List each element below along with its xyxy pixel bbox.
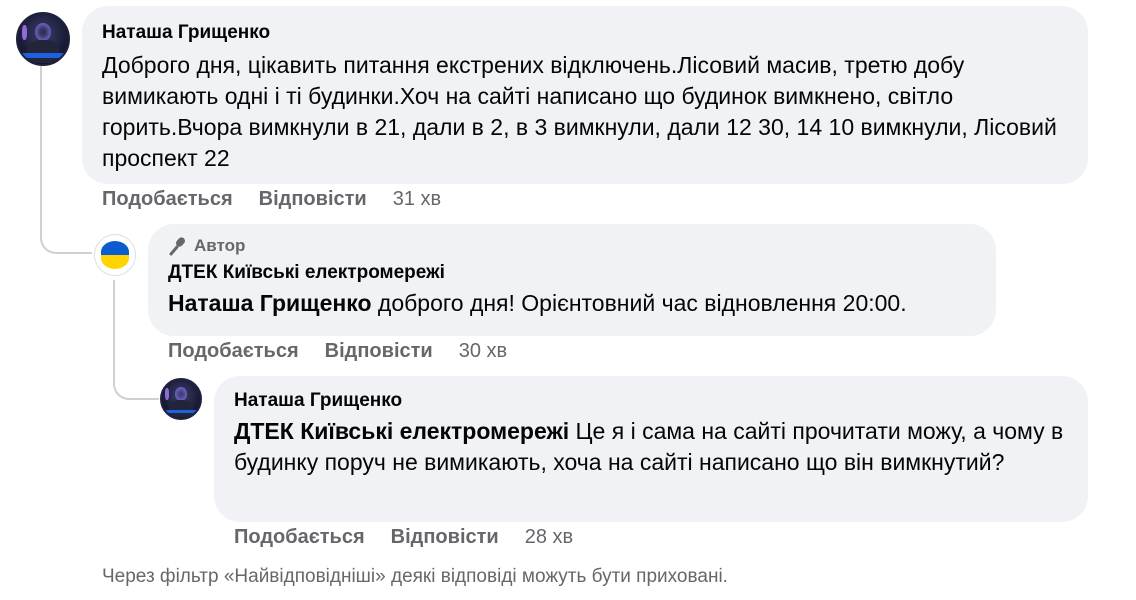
- comment-actions: Подобається Відповісти 31 хв: [102, 188, 467, 211]
- avatar-decoration: [165, 388, 169, 400]
- comment-text: ДТЕК Київські електромережі Це я і сама …: [234, 416, 1064, 478]
- comment-text: Наташа Грищенко доброго дня! Орієнтовний…: [168, 288, 976, 319]
- avatar-decoration: [174, 386, 188, 401]
- comment-actions: Подобається Відповісти 30 хв: [168, 340, 533, 363]
- thread-curve-2: [113, 370, 159, 400]
- author-badge: Автор: [168, 236, 976, 256]
- comment-bubble: Наташа Грищенко ДТЕК Київські електромер…: [214, 376, 1088, 522]
- avatar[interactable]: [94, 234, 136, 276]
- mention-link[interactable]: ДТЕК Київські електромережі: [234, 418, 569, 444]
- avatar[interactable]: [16, 12, 70, 66]
- flag-blue: [100, 240, 130, 255]
- comment-timestamp[interactable]: 31 хв: [393, 188, 441, 210]
- microphone-icon: [168, 236, 188, 256]
- comment-author[interactable]: Наташа Грищенко: [102, 22, 1068, 44]
- comment-timestamp[interactable]: 28 хв: [525, 526, 573, 548]
- author-badge-label: Автор: [194, 236, 246, 255]
- comment-author[interactable]: ДТЕК Київські електромережі: [168, 262, 976, 284]
- thread-line-reply: [113, 280, 115, 380]
- flag-yellow: [100, 255, 130, 270]
- reply-button[interactable]: Відповісти: [259, 188, 367, 210]
- comment-bubble: Автор ДТЕК Київські електромережі Наташа…: [148, 224, 996, 336]
- avatar[interactable]: [160, 378, 202, 420]
- avatar-decoration: [168, 399, 194, 418]
- avatar-decoration: [22, 25, 27, 40]
- mention-link[interactable]: Наташа Грищенко: [168, 290, 372, 316]
- comment-body: доброго дня! Орієнтовний час відновлення…: [371, 290, 907, 316]
- thread-curve-1: [40, 222, 92, 254]
- comment-author[interactable]: Наташа Грищенко: [234, 390, 1068, 412]
- comment-timestamp[interactable]: 30 хв: [459, 340, 507, 362]
- comment-actions: Подобається Відповісти 28 хв: [234, 526, 599, 549]
- like-button[interactable]: Подобається: [102, 188, 233, 210]
- avatar-decoration: [27, 40, 59, 63]
- avatar-decoration: [18, 53, 68, 58]
- avatar-decoration: [35, 23, 51, 41]
- reply-button[interactable]: Відповісти: [325, 340, 433, 362]
- comment-text: Доброго дня, цікавить питання екстрених …: [102, 52, 1057, 171]
- like-button[interactable]: Подобається: [234, 526, 365, 548]
- filter-notice: Через фільтр «Найвідповідніші» деякі від…: [102, 566, 728, 587]
- comment-bubble: Наташа Грищенко Доброго дня, цікавить пи…: [82, 6, 1088, 184]
- like-button[interactable]: Подобається: [168, 340, 299, 362]
- thread-line-main: [40, 66, 42, 236]
- avatar-decoration: [162, 409, 200, 414]
- reply-button[interactable]: Відповісти: [391, 526, 499, 548]
